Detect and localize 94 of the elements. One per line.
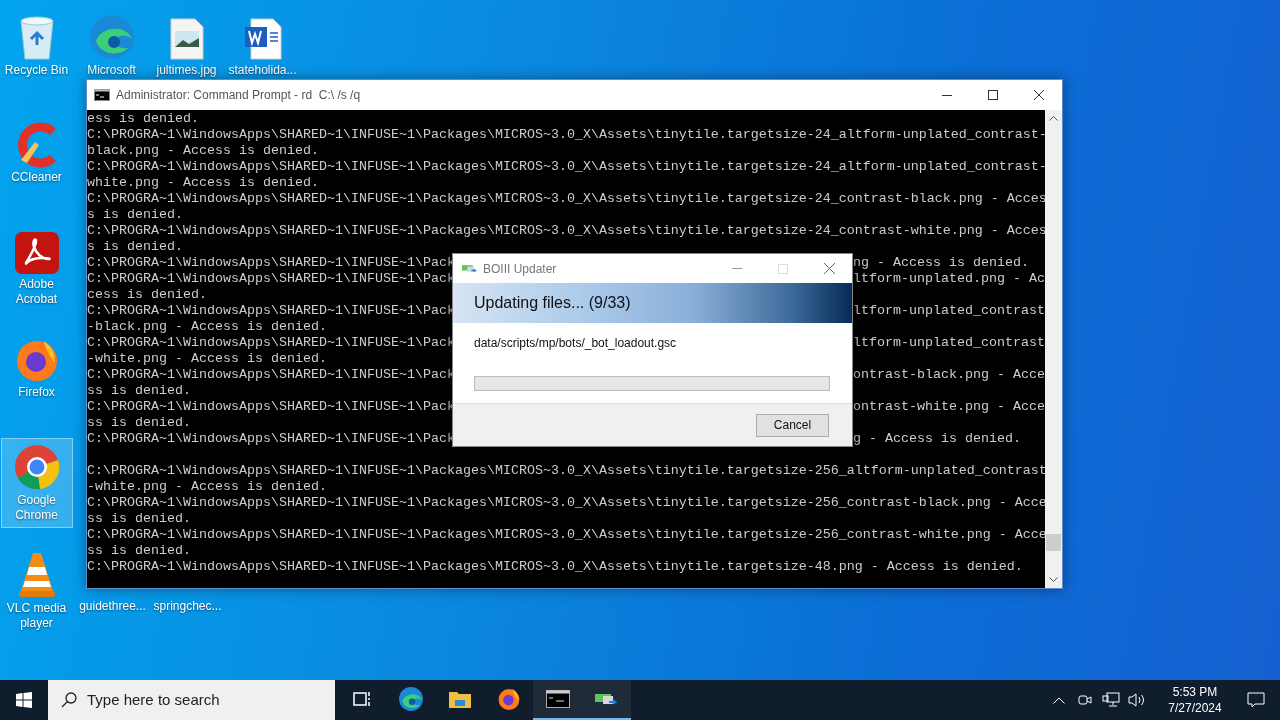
console-line: C:\PROGRA~1\WindowsApps\SHARED~1\INFUSE~1\Pack [87, 303, 455, 318]
console-line: C:\PROGRA~1\WindowsApps\SHARED~1\INFUSE~1\Packages\MICROS~3.0_X\Assets\tinytile.targetsize-256_altform-unplated_contrast [87, 463, 1045, 478]
dialog-title: BOIII Updater [483, 260, 557, 278]
task-view-icon [351, 690, 372, 708]
acrobat-icon [13, 231, 60, 275]
network-icon[interactable] [1102, 692, 1120, 708]
console-line: ss is denied. [87, 543, 191, 558]
console-line: g - Access is denied. [853, 431, 1021, 447]
scrollbar[interactable] [1045, 110, 1062, 588]
traffic-cone-icon [16, 551, 57, 599]
desktop-icon[interactable]: Firefox [0, 330, 73, 405]
console-line: C:\PROGRA~1\WindowsApps\SHARED~1\INFUSE~1\Packages\MICROS~3.0_X\Assets\tinytile.targetsize-24_altform-unplated_contrast- [87, 159, 1045, 174]
close-icon [823, 263, 835, 274]
search-input[interactable]: Type here to search [87, 688, 335, 712]
icon-label[interactable]: springchec... [153, 599, 222, 614]
console-line: ng - Access is denied. [853, 255, 1029, 271]
maximize-icon [778, 263, 788, 274]
icon-label: stateholida... [228, 63, 297, 78]
console-line: s is denied. [87, 239, 183, 254]
terminal-icon [545, 690, 570, 708]
console-line: s is denied. [87, 207, 183, 222]
scrollbar-thumb[interactable] [1046, 534, 1061, 551]
window-title: Administrator: Command Prompt - rd C:\ /s /q [116, 87, 361, 104]
console-line: black.png - Access is denied. [87, 143, 319, 158]
icon-label: Adobe Acrobat [14, 277, 59, 307]
console-line: ltform-unplated_contrast [853, 303, 1045, 319]
minimize-icon [942, 94, 952, 96]
icon-label: Recycle Bin [4, 63, 69, 78]
search-icon [61, 692, 77, 708]
desktop-icon[interactable]: stateholida... [226, 8, 299, 83]
dialog-heading: Updating files... (9/33) [474, 293, 631, 313]
scroll-down-icon [1049, 577, 1058, 583]
console-line: C:\PROGRA~1\WindowsApps\SHARED~1\INFUSE~1\Packages\MICROS~3.0_X\Assets\tinytile.targetsize-24_contrast-black.png - Acces [87, 191, 1045, 206]
console-line: ontrast-white.png - Acce [853, 399, 1045, 415]
console-line: -black.png - Access is denied. [87, 319, 327, 334]
folder-icon [447, 689, 472, 709]
updater-icon [462, 263, 478, 274]
terminal-icon [94, 89, 110, 101]
speaker-icon[interactable] [1128, 692, 1146, 708]
console-line: ontrast-black.png - Acce [853, 367, 1045, 383]
console-line: C:\PROGRA~1\WindowsApps\SHARED~1\INFUSE~1\Pack [87, 255, 455, 270]
desktop-icon[interactable]: Recycle Bin [0, 8, 73, 83]
taskbar-button[interactable] [582, 680, 631, 720]
console-line: C:\PROGRA~1\WindowsApps\SHARED~1\INFUSE~1\Packages\MICROS~3.0_X\Assets\tinytile.targetsize-256_contrast-black.png - Acce [87, 495, 1045, 510]
icon-label[interactable]: guidethree... [79, 599, 146, 614]
word-document-icon [242, 17, 283, 61]
windows-logo-icon [16, 692, 32, 708]
icon-label: CCleaner [11, 170, 62, 185]
icon-label: jultimes.jpg [156, 63, 217, 78]
cancel-button[interactable]: Cancel [756, 413, 829, 437]
console-line: -white.png - Access is denied. [87, 479, 327, 494]
camera-icon[interactable] [1077, 692, 1093, 708]
console-line: C:\PROGRA~1\WindowsApps\SHARED~1\INFUSE~1\Packages\MICROS~3.0_X\Assets\tinytile.targetsize-24_contrast-white.png - Acces [87, 223, 1045, 238]
console-line: -white.png - Access is denied. [87, 351, 327, 366]
file-path: data/scripts/mp/bots/_bot_loadout.gsc [474, 335, 678, 352]
desktop-icon[interactable]: CCleaner [0, 115, 73, 190]
console-line: ss is denied. [87, 383, 191, 398]
taskbar-button[interactable] [533, 680, 582, 720]
icon-label: Google Chrome [14, 493, 59, 523]
console-line: cess is denied. [87, 287, 207, 302]
desktop-icon[interactable]: Adobe Acrobat [0, 222, 73, 312]
image-file-icon [168, 17, 205, 61]
console-line: ltform-unplated.png - Ac [853, 271, 1045, 287]
console-line: C:\PROGRA~1\WindowsApps\SHARED~1\INFUSE~1\Pack [87, 271, 455, 286]
desktop-icon[interactable]: Microsoft [75, 8, 148, 83]
chrome-icon [12, 443, 61, 491]
firefox-icon [496, 687, 521, 711]
desktop-icon[interactable]: VLC media player [0, 546, 73, 636]
icon-label: Firefox [18, 385, 55, 400]
console-line: ltform-unplated_contrast [853, 335, 1045, 351]
clock[interactable]: 5:53 PM 7/27/2024 [1158, 684, 1232, 716]
console-line: ss is denied. [87, 511, 191, 526]
console-line: C:\PROGRA~1\WindowsApps\SHARED~1\INFUSE~1\Packages\MICROS~3.0_X\Assets\tinytile.targetsize-24_altform-unplated_contrast- [87, 127, 1045, 142]
console-line: ess is denied. [87, 111, 199, 126]
console-line: C:\PROGRA~1\WindowsApps\SHARED~1\INFUSE~1\Pack [87, 431, 455, 446]
console-line: C:\PROGRA~1\WindowsApps\SHARED~1\INFUSE~1\Packages\MICROS~3.0_X\Assets\tinytile.targetsize-256_contrast-white.png - Acce [87, 527, 1045, 542]
console-line: C:\PROGRA~1\WindowsApps\SHARED~1\INFUSE~1\Pack [87, 335, 455, 350]
console-line: ss is denied. [87, 415, 191, 430]
search-field[interactable]: Type here to search [48, 680, 335, 720]
console-line: C:\PROGRA~1\WindowsApps\SHARED~1\INFUSE~1\Pack [87, 367, 455, 382]
updater-icon [594, 691, 619, 707]
chevron-up-icon[interactable] [1053, 696, 1065, 704]
desktop-icon[interactable]: jultimes.jpg [150, 8, 223, 83]
console-line: C:\PROGRA~1\WindowsApps\SHARED~1\INFUSE~1\Pack [87, 399, 455, 414]
desktop-icon[interactable]: Google Chrome [0, 438, 73, 528]
console-line: C:\PROGRA~1\WindowsApps\SHARED~1\INFUSE~1\Packages\MICROS~3.0_X\Assets\tinytile.targetsize-48.png - Access is denied. [87, 559, 1023, 574]
scroll-up-icon [1049, 115, 1058, 121]
close-icon [1034, 90, 1044, 100]
notification-icon [1247, 692, 1265, 708]
console-line: white.png - Access is denied. [87, 175, 319, 190]
minimize-icon [732, 268, 742, 269]
icon-label: VLC media player [5, 601, 68, 631]
maximize-icon [988, 90, 998, 100]
icon-label: Microsoft [87, 63, 136, 78]
